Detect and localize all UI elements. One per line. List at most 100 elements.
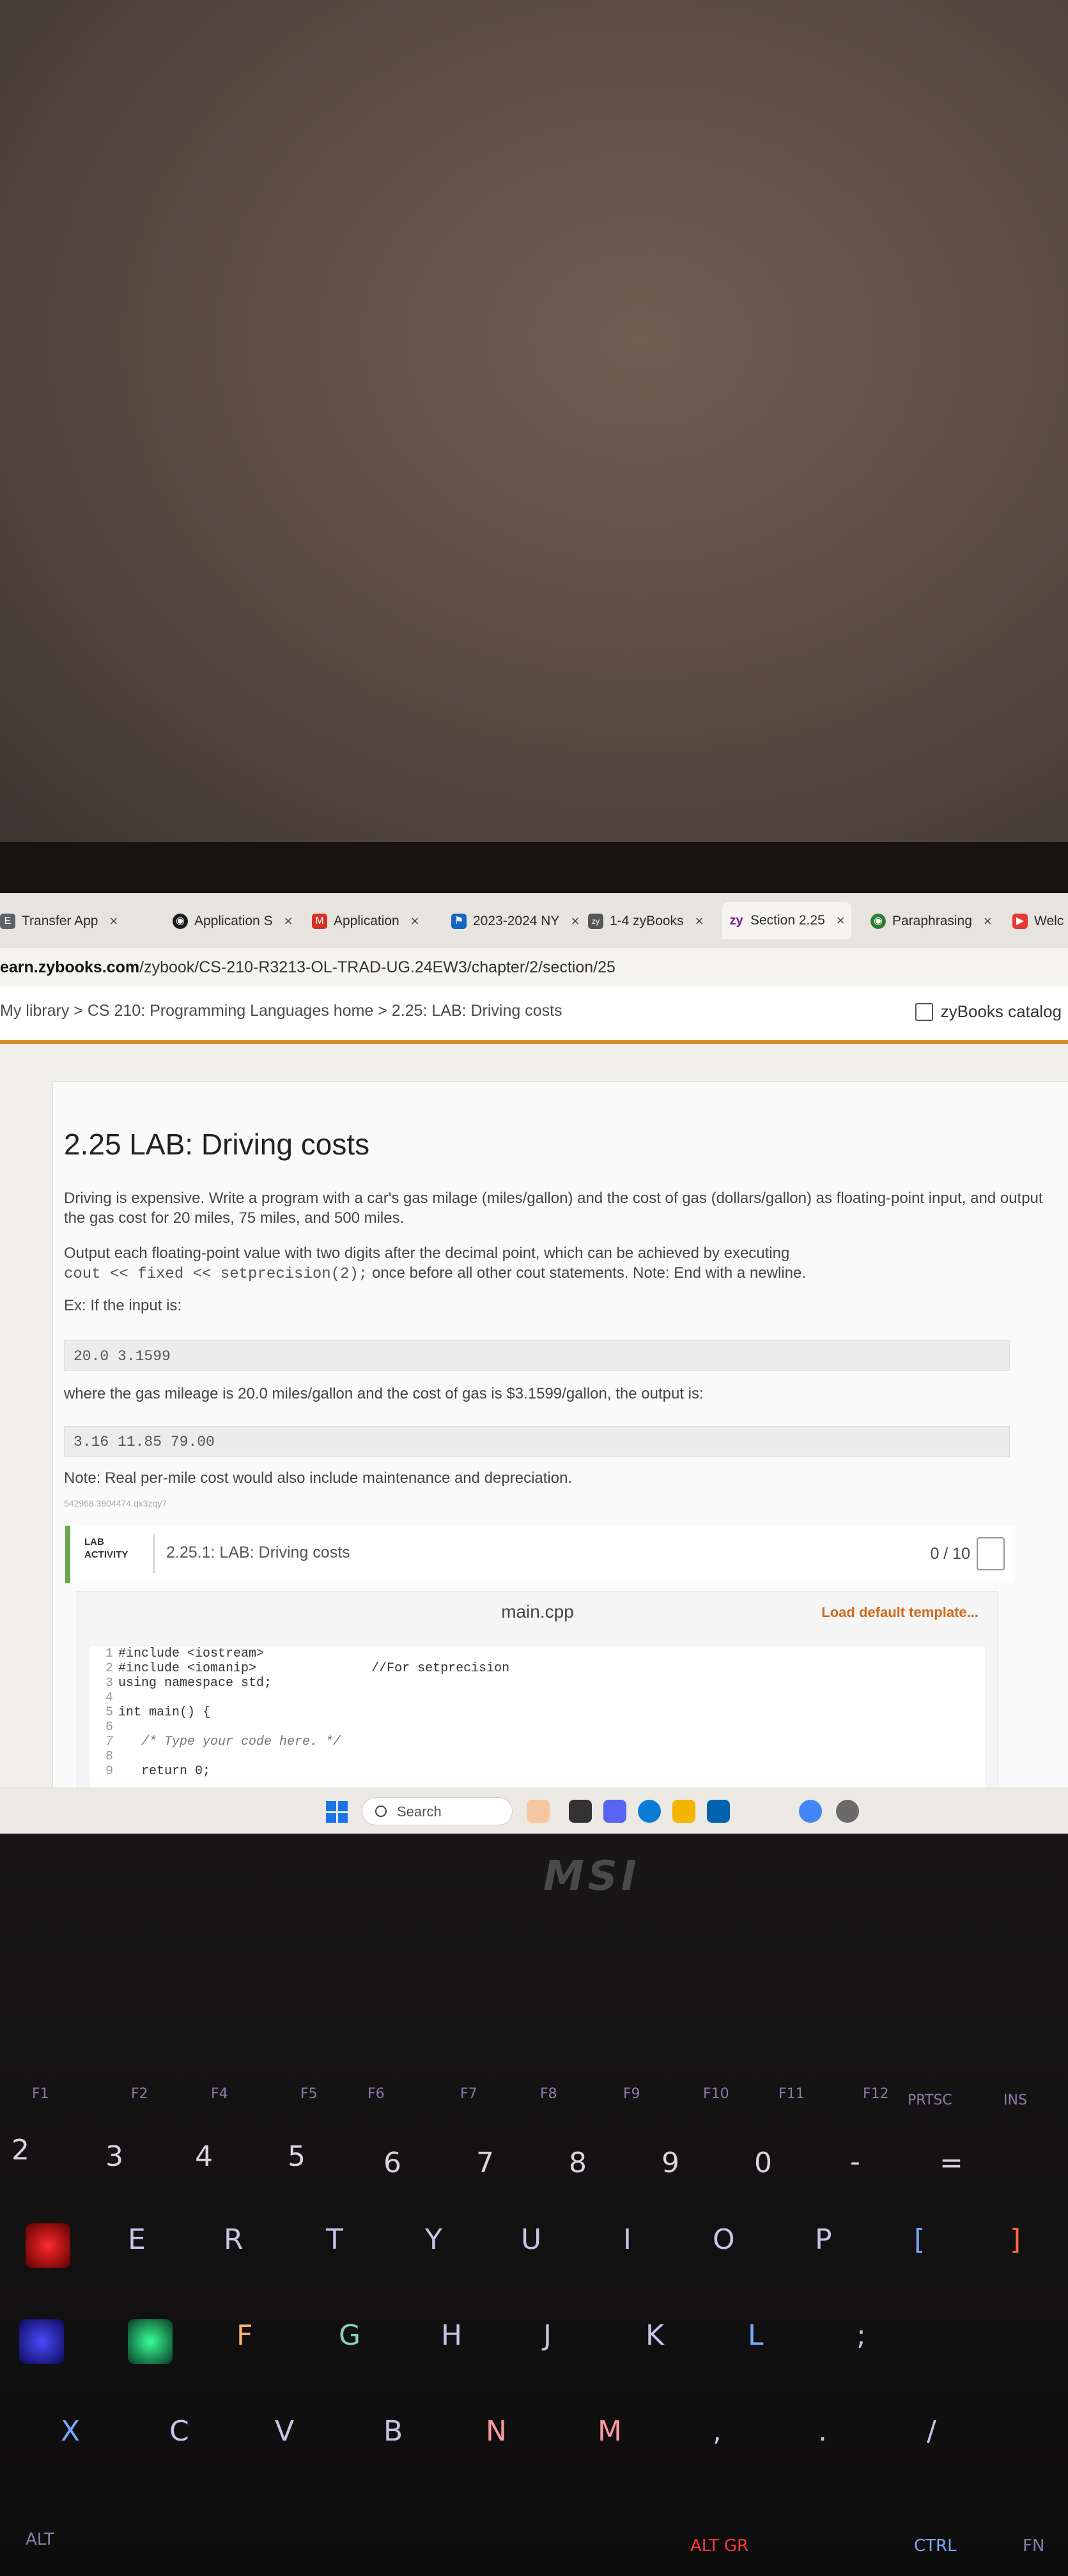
lab-score: 0 / 10 xyxy=(930,1545,970,1563)
key-k[interactable]: K xyxy=(646,2319,664,2352)
key-f10[interactable]: F10 xyxy=(703,2086,729,2102)
close-icon[interactable]: × xyxy=(695,913,704,930)
key-y[interactable]: Y xyxy=(425,2223,442,2256)
key-7[interactable]: 7 xyxy=(476,2147,494,2179)
key-left-bracket[interactable]: [ xyxy=(914,2223,925,2256)
chrome-icon[interactable] xyxy=(799,1800,822,1823)
key-ctrl[interactable]: CTRL xyxy=(914,2536,957,2556)
tab-application-s[interactable]: ◉ Application S × xyxy=(173,907,292,935)
tab-section-2-25[interactable]: zy Section 2.25 × xyxy=(722,902,851,939)
key-j[interactable]: J xyxy=(543,2319,552,2352)
key-5[interactable]: 5 xyxy=(288,2140,306,2173)
tab-label: Transfer App xyxy=(22,914,98,928)
address-bar[interactable]: earn.zybooks.com/zybook/CS-210-R3213-OL-… xyxy=(0,948,1068,986)
task-view-icon[interactable] xyxy=(569,1800,592,1823)
line-number: 2 xyxy=(105,1661,113,1676)
key-4[interactable]: 4 xyxy=(195,2140,213,2173)
key-m[interactable]: M xyxy=(598,2415,622,2448)
close-icon[interactable]: × xyxy=(837,912,845,929)
edge-icon[interactable] xyxy=(638,1800,661,1823)
key-alt[interactable]: ALT xyxy=(26,2530,54,2549)
breadcrumb[interactable]: My library > CS 210: Programming Languag… xyxy=(0,1002,562,1020)
key-6[interactable]: 6 xyxy=(383,2147,401,2179)
close-icon[interactable]: × xyxy=(984,913,992,930)
key-n[interactable]: N xyxy=(486,2415,507,2448)
key-comma[interactable]: , xyxy=(713,2415,722,2448)
key-a-blue[interactable] xyxy=(19,2319,64,2364)
close-icon[interactable]: × xyxy=(571,913,579,930)
close-icon[interactable]: × xyxy=(411,913,419,930)
key-prtsc[interactable]: PRTSC xyxy=(908,2092,952,2108)
key-f7[interactable]: F7 xyxy=(460,2086,477,2102)
laptop-keyboard: MSI F1 F2 F4 F5 F6 F7 F8 F9 F10 F11 F12 … xyxy=(0,1834,1068,2576)
key-f[interactable]: F xyxy=(236,2319,252,2352)
key-p[interactable]: P xyxy=(815,2223,832,2256)
key-u[interactable]: U xyxy=(521,2223,541,2256)
output-example: 3.16 11.85 79.00 xyxy=(64,1426,1010,1457)
key-ins[interactable]: INS xyxy=(1003,2092,1027,2108)
load-default-template-link[interactable]: Load default template... xyxy=(821,1604,979,1621)
key-f11[interactable]: F11 xyxy=(778,2086,805,2102)
line-number: 3 xyxy=(105,1676,113,1690)
key-f12[interactable]: F12 xyxy=(863,2086,889,2102)
zybooks-catalog-link[interactable]: zyBooks catalog xyxy=(915,1002,1062,1022)
key-g[interactable]: G xyxy=(339,2319,360,2352)
store-icon[interactable] xyxy=(707,1800,730,1823)
key-v[interactable]: V xyxy=(275,2415,294,2448)
tab-application[interactable]: M Application × xyxy=(312,907,419,935)
key-w-red[interactable] xyxy=(26,2223,70,2268)
key-slash[interactable]: / xyxy=(927,2415,936,2448)
key-f8[interactable]: F8 xyxy=(540,2086,557,2102)
tab-nysed[interactable]: ⚑ 2023-2024 NY × xyxy=(451,907,579,935)
key-right-bracket[interactable]: ] xyxy=(1010,2223,1021,2256)
key-f6[interactable]: F6 xyxy=(368,2086,385,2102)
key-t[interactable]: T xyxy=(326,2223,343,2256)
key-fn[interactable]: FN xyxy=(1023,2536,1044,2556)
key-b[interactable]: B xyxy=(383,2415,403,2448)
key-l[interactable]: L xyxy=(748,2319,764,2352)
key-0[interactable]: 0 xyxy=(754,2147,772,2179)
key-x[interactable]: X xyxy=(61,2415,80,2448)
settings-icon[interactable] xyxy=(836,1800,859,1823)
key-s-green[interactable] xyxy=(128,2319,173,2364)
key-period[interactable]: . xyxy=(818,2415,827,2448)
key-2[interactable]: 2 xyxy=(12,2134,29,2166)
catalog-icon xyxy=(915,1002,933,1021)
file-explorer-icon[interactable] xyxy=(672,1800,695,1823)
line-number: 6 xyxy=(105,1720,113,1735)
key-h[interactable]: H xyxy=(441,2319,462,2352)
key-f9[interactable]: F9 xyxy=(623,2086,640,2102)
key-o[interactable]: O xyxy=(713,2223,735,2256)
tab-zybooks-1-4[interactable]: zy 1-4 zyBooks × xyxy=(588,907,703,935)
key-i[interactable]: I xyxy=(623,2223,631,2256)
key-9[interactable]: 9 xyxy=(662,2147,679,2179)
key-f5[interactable]: F5 xyxy=(300,2086,318,2102)
note-text: Note: Real per-mile cost would also incl… xyxy=(64,1469,573,1487)
tab-label: Paraphrasing xyxy=(892,914,972,928)
key-equals[interactable]: = xyxy=(940,2147,963,2179)
code-line: 8 xyxy=(90,1749,118,1764)
key-3[interactable]: 3 xyxy=(105,2140,123,2173)
line-number: 7 xyxy=(105,1735,113,1749)
tab-transfer-app[interactable]: E Transfer App × xyxy=(0,907,118,935)
tab-welcome[interactable]: ▶ Welc xyxy=(1012,907,1064,935)
lab-activity-header: LAB ACTIVITY 2.25.1: LAB: Driving costs 0… xyxy=(65,1526,1015,1583)
tab-paraphrasing[interactable]: ◉ Paraphrasing × xyxy=(871,907,992,935)
taskbar-search[interactable]: Search xyxy=(362,1797,513,1825)
copilot-icon[interactable] xyxy=(527,1800,550,1823)
key-8[interactable]: 8 xyxy=(569,2147,587,2179)
key-minus[interactable]: - xyxy=(850,2145,860,2178)
zybooks-icon: zy xyxy=(729,914,743,928)
key-c[interactable]: C xyxy=(169,2415,189,2448)
key-e[interactable]: E xyxy=(128,2223,146,2256)
close-icon[interactable]: × xyxy=(109,913,118,930)
close-icon[interactable]: × xyxy=(284,913,293,930)
key-f4[interactable]: F4 xyxy=(211,2086,228,2102)
key-semicolon[interactable]: ; xyxy=(856,2319,866,2352)
chat-icon[interactable] xyxy=(603,1800,626,1823)
key-f2[interactable]: F2 xyxy=(131,2086,148,2102)
key-r[interactable]: R xyxy=(224,2223,244,2256)
windows-start-icon[interactable] xyxy=(326,1801,348,1823)
key-alt-gr[interactable]: ALT GR xyxy=(690,2536,748,2556)
key-f1[interactable]: F1 xyxy=(32,2086,49,2102)
